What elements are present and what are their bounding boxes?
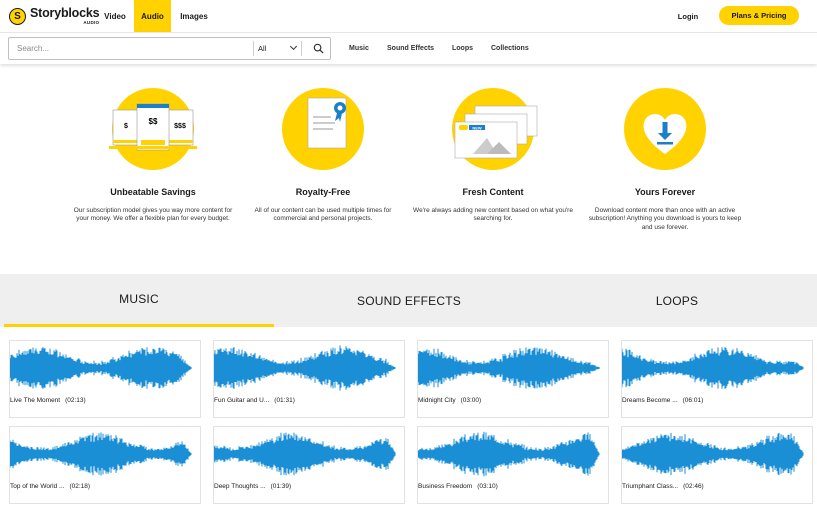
feature-title: Royalty-Free: [295, 187, 351, 197]
track-card[interactable]: Dreams Become ... (06:01): [621, 340, 813, 418]
waveform-icon[interactable]: [10, 341, 200, 397]
track-card[interactable]: Deep Thoughts ... (01:39): [213, 426, 405, 504]
track-duration: (03:10): [477, 483, 498, 490]
logo-sub: AUDIO: [83, 19, 100, 25]
content-tabs: MUSIC SOUND EFFECTS LOOPS: [0, 274, 817, 327]
track-label: Midnight City (03:00): [418, 397, 608, 404]
track-title[interactable]: Live The Moment: [10, 397, 60, 404]
waveform-icon[interactable]: [418, 341, 608, 397]
track-card[interactable]: Midnight City (03:00): [417, 340, 609, 418]
divider: [301, 41, 302, 56]
waveform-icon[interactable]: [10, 427, 200, 483]
login-link[interactable]: Login: [671, 0, 705, 32]
waveform-icon[interactable]: [214, 341, 404, 397]
track-label: Dreams Become ... (06:01): [622, 397, 812, 404]
category-link-sound-effects[interactable]: Sound Effects: [387, 37, 434, 60]
feature-description: Download content more than once with an …: [588, 207, 742, 231]
new-badge-text: NEW: [472, 125, 482, 130]
nav-tab-video[interactable]: Video: [98, 0, 132, 32]
track-card[interactable]: Fun Guitar and U... (01:31): [213, 340, 405, 418]
track-label: Deep Thoughts ... (01:39): [214, 483, 404, 490]
price-tag-text: $$: [149, 117, 158, 126]
heart-download-icon: [643, 114, 687, 154]
tab-music[interactable]: MUSIC: [4, 274, 274, 327]
track-card[interactable]: Live The Moment (02:13): [9, 340, 201, 418]
track-title[interactable]: Dreams Become ...: [622, 397, 678, 404]
feature-title: Yours Forever: [634, 187, 696, 197]
track-title[interactable]: Deep Thoughts ...: [214, 483, 266, 490]
track-label: Business Freedom (03:10): [418, 483, 608, 490]
track-card[interactable]: Top of the World ... (02:18): [9, 426, 201, 504]
feature-title: Unbeatable Savings: [110, 187, 196, 197]
track-duration: (06:01): [682, 397, 704, 404]
track-title[interactable]: Top of the World ...: [10, 483, 64, 490]
tab-loops[interactable]: LOOPS: [544, 274, 810, 327]
search-icon: [313, 43, 324, 54]
track-label: Fun Guitar and U... (01:31): [214, 397, 404, 404]
track-label: Triumphant Class... (02:46): [622, 483, 812, 490]
feature-description: All of our content can be used multiple …: [254, 207, 392, 223]
track-duration: (02:46): [683, 483, 704, 490]
price-tag-text: $$$: [174, 123, 186, 130]
search-input[interactable]: [9, 38, 253, 59]
track-title[interactable]: Midnight City: [418, 397, 456, 404]
waveform-icon[interactable]: [622, 427, 812, 483]
track-title[interactable]: Triumphant Class...: [622, 483, 678, 490]
track-title[interactable]: Business Freedom: [418, 483, 472, 490]
top-navigation: S Storyblocks AUDIO Video Audio Images L…: [0, 0, 817, 32]
plans-pricing-button[interactable]: Plans & Pricing: [719, 6, 799, 25]
logo-mark-icon: S: [9, 7, 26, 25]
feature-title: Fresh Content: [462, 187, 524, 197]
new-content-icon: NEW: [454, 105, 538, 159]
track-duration: (02:13): [65, 397, 86, 404]
waveform-icon[interactable]: [214, 427, 404, 483]
feature-description: We're always adding new content based on…: [413, 207, 573, 223]
category-link-collections[interactable]: Collections: [491, 37, 529, 60]
logo-text: Storyblocks AUDIO: [30, 6, 100, 25]
track-label: Live The Moment (02:13): [10, 397, 200, 404]
nav-tab-audio[interactable]: Audio: [134, 0, 171, 32]
track-duration: (03:00): [460, 397, 482, 404]
track-title[interactable]: Fun Guitar and U...: [214, 397, 269, 404]
nav-tab-images[interactable]: Images: [174, 0, 214, 32]
category-link-music[interactable]: Music: [349, 37, 369, 60]
chevron-down-icon: [289, 42, 298, 51]
search-button[interactable]: [305, 38, 331, 59]
storyblocks-logo[interactable]: S Storyblocks AUDIO: [9, 6, 100, 25]
divider: [253, 41, 254, 56]
search-bar-row: All Music Sound Effects Loops Collection…: [0, 32, 817, 64]
feature-description: Our subscription model gives you way mor…: [73, 207, 233, 223]
track-card[interactable]: Business Freedom (03:10): [417, 426, 609, 504]
logo-name: Storyblocks: [30, 6, 100, 20]
price-tag-text: $: [124, 123, 128, 130]
certificate-icon: [307, 97, 347, 149]
search-scope-value: All: [258, 44, 267, 53]
track-card[interactable]: Triumphant Class... (02:46): [621, 426, 813, 504]
search-scope-select[interactable]: All: [258, 38, 300, 59]
waveform-icon[interactable]: [622, 341, 812, 397]
waveform-icon[interactable]: [418, 427, 608, 483]
track-duration: (01:39): [270, 483, 292, 490]
search-box: All: [8, 37, 331, 60]
track-duration: (01:31): [274, 397, 295, 404]
track-label: Top of the World ... (02:18): [10, 483, 200, 490]
track-duration: (02:18): [69, 483, 91, 490]
price-tags-icon: $ $$$ $$: [109, 103, 197, 151]
category-link-loops[interactable]: Loops: [452, 37, 473, 60]
tab-sound-effects[interactable]: SOUND EFFECTS: [274, 274, 544, 327]
